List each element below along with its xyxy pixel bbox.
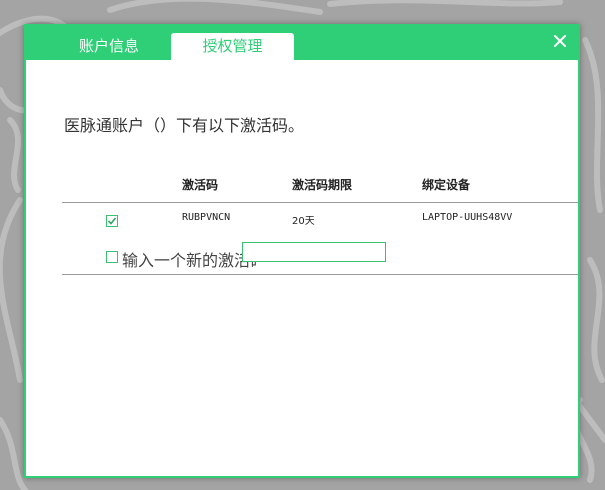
row-select-checkbox[interactable] — [106, 215, 118, 227]
column-header-device: 绑定设备 — [422, 178, 471, 192]
column-header-code: 激活码 — [182, 178, 219, 192]
checkmark-icon — [107, 217, 117, 225]
account-codes-intro: 医脉通账户（）下有以下激活码。 — [64, 116, 305, 135]
close-icon — [554, 35, 566, 47]
close-button[interactable] — [550, 31, 570, 51]
new-code-label: 输入一个新的激活码 — [122, 251, 256, 270]
new-code-input[interactable] — [242, 242, 386, 262]
column-header-period: 激活码期限 — [292, 178, 353, 192]
license-dialog: 账户信息 授权管理 医脉通账户（）下有以下激活码。 激活码 激活码期限 绑定设备… — [24, 24, 580, 478]
bound-device: LAPTOP-UUHS48VV — [422, 212, 513, 223]
new-code-checkbox[interactable] — [106, 251, 118, 263]
activation-code: RUBPVNCN — [182, 212, 231, 223]
activation-period: 20天 — [292, 216, 315, 227]
table-bottom-divider — [62, 274, 578, 275]
table-header-divider — [62, 202, 578, 203]
dialog-titlebar: 账户信息 授权管理 — [26, 26, 578, 60]
tab-account-info[interactable]: 账户信息 — [46, 33, 172, 60]
tab-auth-management[interactable]: 授权管理 — [171, 33, 294, 60]
